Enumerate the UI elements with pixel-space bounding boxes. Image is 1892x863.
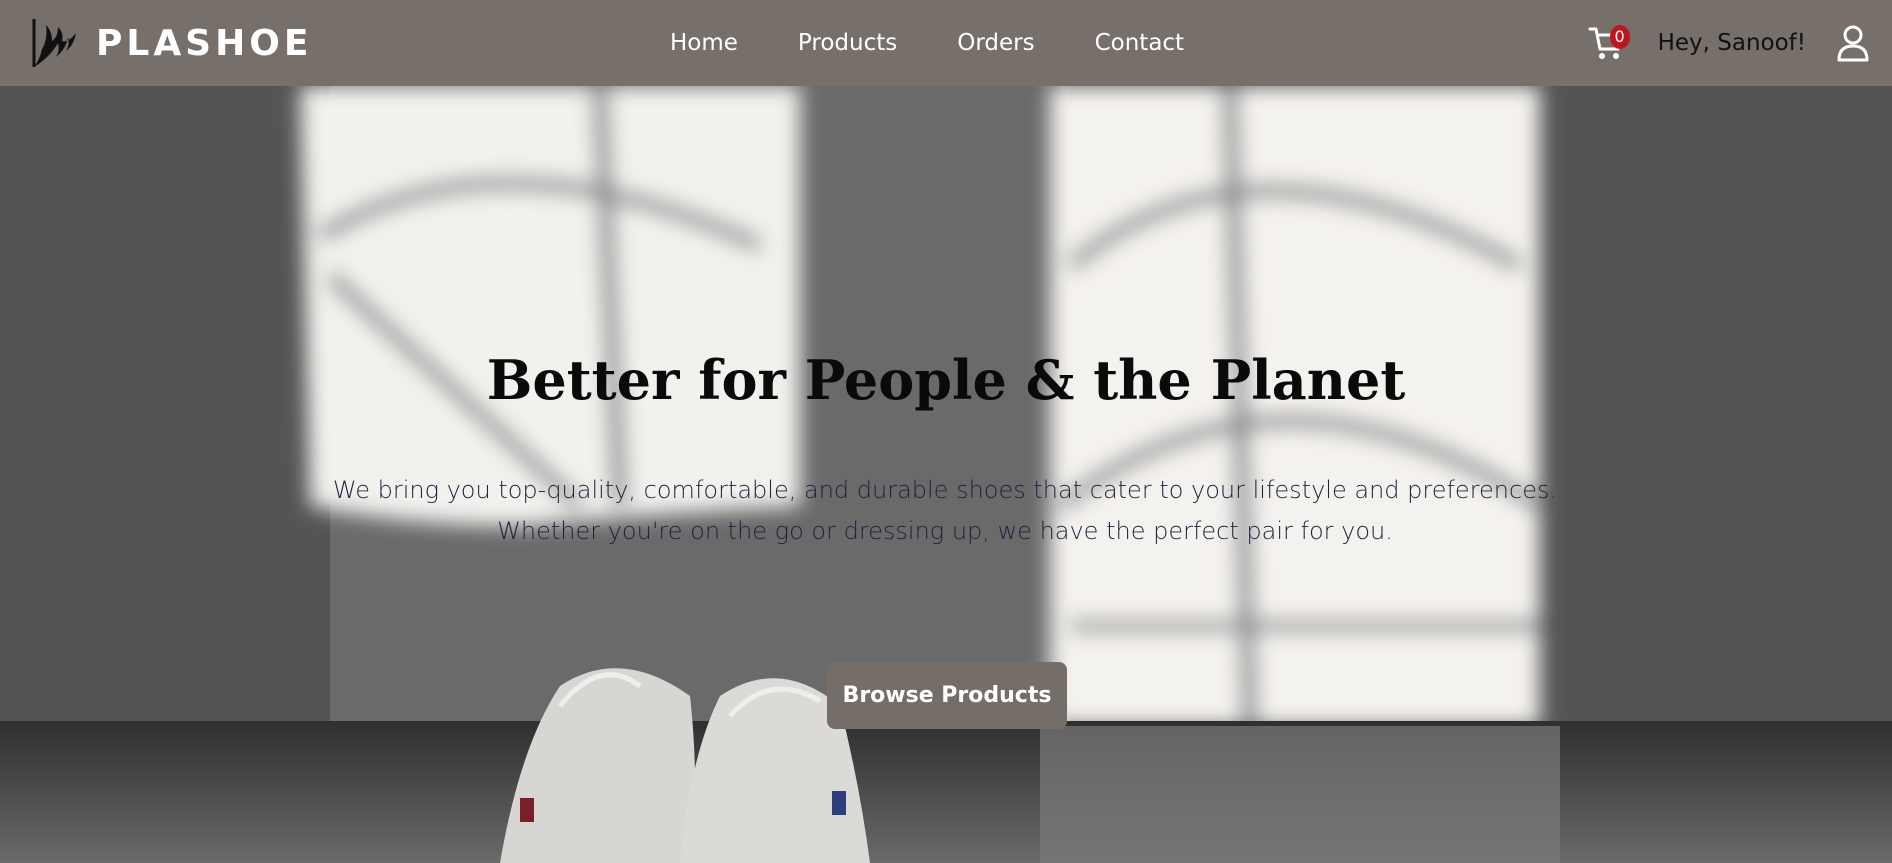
header-actions: 0 Hey, Sanoof!	[1588, 0, 1870, 86]
brand-name: PLASHOE	[96, 22, 313, 64]
nav-link-home[interactable]: Home	[670, 30, 738, 56]
main-nav: Home Products Orders Contact	[670, 0, 1244, 86]
nav-link-contact[interactable]: Contact	[1095, 30, 1184, 56]
brand-logo-icon	[32, 19, 76, 67]
nav-link-orders[interactable]: Orders	[957, 30, 1034, 56]
hero-section: Better for People & the Planet We bring …	[0, 86, 1892, 863]
user-greeting: Hey, Sanoof!	[1657, 30, 1806, 56]
browse-products-button[interactable]: Browse Products	[827, 662, 1067, 729]
cart-count-badge: 0	[1609, 25, 1630, 49]
navbar: PLASHOE Home Products Orders Contact 0 H…	[0, 0, 1892, 86]
nav-link-products[interactable]: Products	[798, 30, 897, 56]
user-icon[interactable]	[1836, 24, 1870, 62]
hero-title: Better for People & the Planet	[486, 348, 1406, 412]
cart-button[interactable]: 0	[1588, 23, 1630, 63]
hero-description: We bring you top-quality, comfortable, a…	[332, 476, 1558, 545]
brand[interactable]: PLASHOE	[28, 0, 312, 86]
